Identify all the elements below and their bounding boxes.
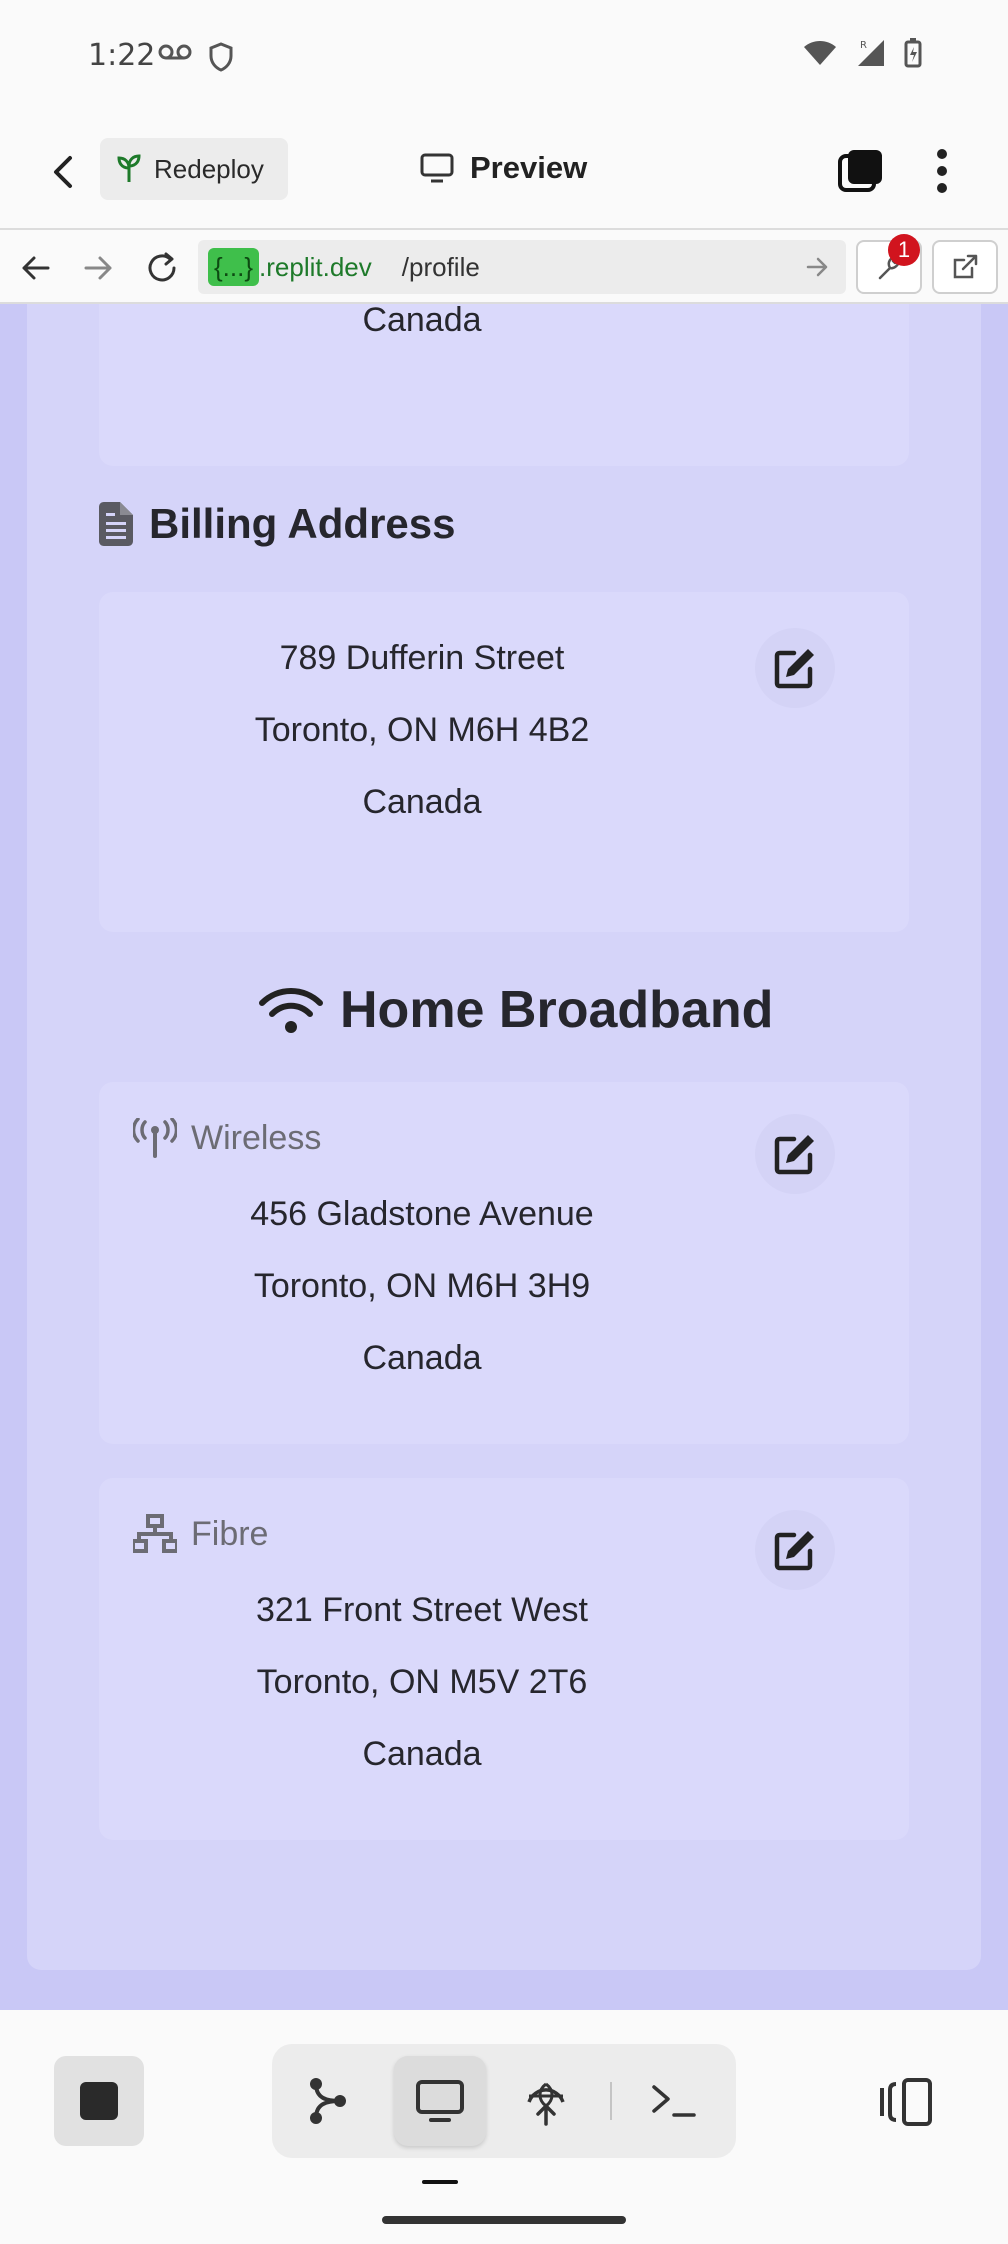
terminal-icon — [652, 2085, 696, 2117]
status-bar: 1:22 R — [0, 0, 1008, 116]
address-line-2: Toronto, ON M6H 3H9 — [253, 1267, 591, 1305]
url-bar: {...} .replit.dev /profile 1 — [0, 228, 1008, 304]
reload-icon[interactable] — [144, 250, 180, 286]
sprout-icon — [117, 154, 141, 182]
battery-icon — [904, 38, 922, 68]
status-icons-left — [158, 42, 234, 72]
tool-divider — [610, 2082, 612, 2120]
external-link-icon — [953, 254, 978, 279]
edit-fibre-button[interactable] — [755, 1510, 835, 1590]
workflow-tool-button[interactable] — [282, 2056, 374, 2146]
tabs-icon[interactable] — [836, 146, 886, 196]
active-tool-indicator — [422, 2180, 458, 2184]
wireless-card: Wireless 456 Gladstone Avenue Toronto, O… — [99, 1082, 909, 1444]
web-content: Canada Billing Address 789 Dufferin Stre… — [0, 304, 1008, 2010]
address-line-3: Canada — [362, 1339, 482, 1377]
fibre-label: Fibre — [133, 1514, 268, 1554]
address-line-1: 321 Front Street West — [256, 1591, 588, 1629]
status-icons-right: R — [802, 38, 922, 68]
devtools-button[interactable]: 1 — [856, 234, 922, 294]
status-time: 1:22 — [88, 38, 156, 73]
address-line-3: Canada — [362, 1735, 482, 1773]
page-title: Preview — [470, 150, 588, 185]
edit-icon — [774, 1135, 814, 1175]
billing-address-card: 789 Dufferin Street Toronto, ON M6H 4B2 … — [99, 592, 909, 932]
notification-badge: 1 — [888, 234, 920, 266]
go-arrow-icon[interactable] — [804, 254, 830, 280]
app-header: Redeploy Preview — [0, 116, 1008, 228]
address-line-2: Toronto, ON M6H 4B2 — [254, 711, 590, 749]
preview-tool-button[interactable] — [394, 2056, 486, 2146]
back-arrow-icon[interactable] — [44, 152, 84, 192]
fibre-label-text: Fibre — [191, 1514, 269, 1553]
open-external-button[interactable] — [932, 240, 998, 294]
shell-tool-button[interactable] — [628, 2056, 720, 2146]
edit-wireless-button[interactable] — [755, 1114, 835, 1194]
tool-switcher — [272, 2044, 736, 2158]
svg-text:R: R — [860, 40, 867, 51]
edit-icon — [774, 649, 814, 689]
redeploy-label: Redeploy — [154, 153, 264, 184]
edit-icon — [774, 1531, 814, 1571]
wifi-status-icon — [804, 41, 836, 65]
address-line-2: Toronto, ON M5V 2T6 — [256, 1663, 588, 1701]
network-icon — [133, 1514, 177, 1553]
preview-title: Preview — [420, 150, 587, 186]
wireless-label-text: Wireless — [191, 1118, 322, 1157]
address-line: Canada — [362, 304, 482, 339]
stop-button[interactable] — [54, 2056, 144, 2146]
fibre-card: Fibre 321 Front Street West Toronto, ON … — [99, 1478, 909, 1840]
antenna-icon — [133, 1118, 177, 1158]
wifi-icon — [259, 988, 323, 1033]
url-path: /profile — [401, 251, 480, 282]
stop-icon — [80, 2082, 118, 2120]
edit-billing-button[interactable] — [755, 628, 835, 708]
url-input[interactable]: {...} .replit.dev /profile — [198, 240, 846, 294]
bottom-toolbar — [0, 2010, 1008, 2244]
globe-deploy-icon — [527, 2082, 565, 2126]
broadband-heading-text: Home Broadband — [340, 981, 774, 1039]
redeploy-button[interactable]: Redeploy — [100, 138, 288, 200]
more-vertical-icon[interactable] — [922, 146, 962, 196]
branch-icon — [310, 2078, 346, 2124]
signal-icon: R — [858, 40, 884, 66]
voicemail-icon — [158, 44, 192, 60]
forward-icon[interactable] — [80, 250, 116, 286]
deploy-tool-button[interactable] — [500, 2056, 592, 2146]
address-card-top: Canada — [99, 304, 909, 466]
wireless-label: Wireless — [133, 1118, 321, 1158]
address-line-3: Canada — [362, 783, 482, 821]
split-panel-icon[interactable] — [880, 2074, 936, 2130]
url-host: .replit.dev — [259, 251, 372, 282]
billing-heading: Billing Address — [99, 500, 456, 548]
address-line-1: 456 Gladstone Avenue — [250, 1195, 594, 1233]
monitor-icon — [416, 2080, 464, 2122]
file-text-icon — [99, 502, 133, 546]
back-icon[interactable] — [18, 250, 54, 286]
url-host-badge: {...} — [208, 248, 260, 286]
broadband-heading: Home Broadband — [258, 980, 773, 1040]
address-line-1: 789 Dufferin Street — [279, 639, 565, 677]
home-indicator[interactable] — [382, 2216, 626, 2224]
shield-icon — [209, 42, 233, 72]
billing-heading-text: Billing Address — [149, 500, 456, 547]
monitor-icon — [420, 153, 454, 183]
